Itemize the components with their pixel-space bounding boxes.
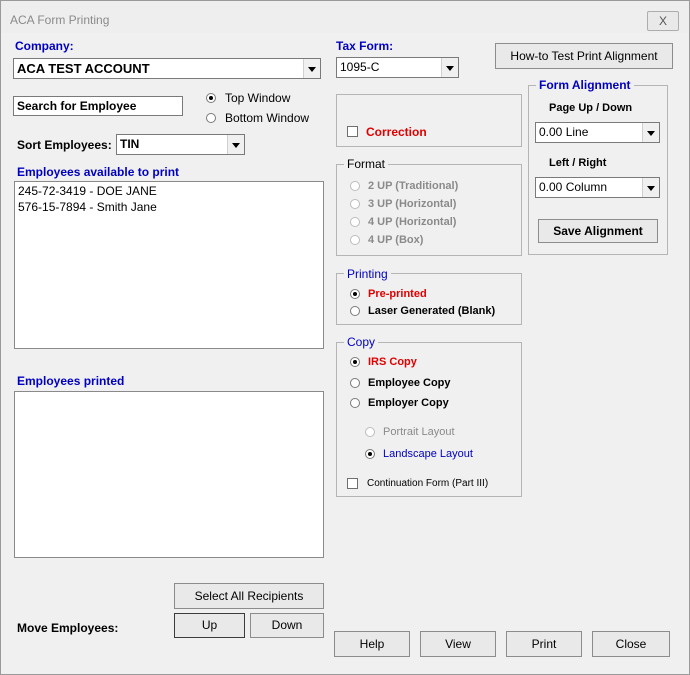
bottom-window-radio[interactable] [206,113,216,123]
printing-option-label: Pre-printed [368,288,427,300]
move-down-button[interactable]: Down [250,613,324,638]
format-radio-4up-box[interactable] [350,235,360,245]
correction-checkbox[interactable] [347,126,358,137]
search-employee-input[interactable]: Search for Employee [13,96,183,116]
employees-printed-label: Employees printed [17,374,125,388]
list-item[interactable]: 576-15-7894 - Smith Jane [18,200,157,214]
sort-employees-select[interactable]: TIN [116,134,245,155]
window-title: ACA Form Printing [10,13,110,27]
sort-employees-label: Sort Employees: [17,138,112,152]
company-select[interactable]: ACA TEST ACCOUNT [13,58,321,79]
printing-radio-preprinted[interactable] [350,289,360,299]
format-label: Format [344,157,389,171]
select-all-recipients-button[interactable]: Select All Recipients [174,583,324,609]
top-window-radio[interactable] [206,93,216,103]
chevron-down-icon[interactable] [642,123,659,142]
page-up-down-label: Page Up / Down [549,102,633,114]
chevron-down-icon[interactable] [227,135,244,154]
close-button[interactable]: Close [592,631,670,657]
continuation-form-checkbox[interactable] [347,478,358,489]
list-item[interactable]: 245-72-3419 - DOE JANE [18,184,157,198]
left-right-label: Left / Right [549,157,607,169]
tax-form-label: Tax Form: [336,39,394,53]
title-bar: ACA Form Printing X [1,1,689,33]
tax-form-value: 1095-C [340,60,380,74]
bottom-window-label: Bottom Window [225,111,310,125]
view-button[interactable]: View [420,631,496,657]
layout-radio-landscape[interactable] [365,449,375,459]
help-button[interactable]: Help [334,631,410,657]
tax-form-select[interactable]: 1095-C [336,57,459,78]
correction-label: Correction [366,125,427,139]
aca-form-printing-window: ACA Form Printing X Company: ACA TEST AC… [0,0,690,675]
chevron-down-icon[interactable] [441,58,458,77]
form-alignment-label: Form Alignment [536,78,634,92]
employees-available-label: Employees available to print [17,165,180,179]
copy-option-label: IRS Copy [368,356,417,368]
page-up-down-value: 0.00 Line [539,125,589,139]
format-radio-3up[interactable] [350,199,360,209]
employees-printed-list[interactable] [14,391,324,558]
format-option-label: 4 UP (Box) [368,234,424,246]
printing-radio-laser[interactable] [350,306,360,316]
move-up-button[interactable]: Up [174,613,245,638]
page-up-down-select[interactable]: 0.00 Line [535,122,660,143]
copy-group [336,342,522,497]
left-right-value: 0.00 Column [539,180,608,194]
employees-available-list[interactable]: 245-72-3419 - DOE JANE 576-15-7894 - Smi… [14,181,324,349]
format-option-label: 3 UP (Horizontal) [368,198,457,210]
format-radio-4up-horizontal[interactable] [350,217,360,227]
printing-label: Printing [344,267,391,281]
layout-radio-portrait[interactable] [365,427,375,437]
format-option-label: 4 UP (Horizontal) [368,216,457,228]
copy-radio-employee[interactable] [350,378,360,388]
print-button[interactable]: Print [506,631,582,657]
copy-radio-irs[interactable] [350,357,360,367]
format-option-label: 2 UP (Traditional) [368,180,459,192]
move-employees-label: Move Employees: [17,621,119,635]
layout-option-label: Landscape Layout [383,448,473,460]
chevron-down-icon[interactable] [642,178,659,197]
chevron-down-icon[interactable] [303,59,320,78]
copy-option-label: Employer Copy [368,397,449,409]
save-alignment-button[interactable]: Save Alignment [538,219,658,243]
format-radio-2up[interactable] [350,181,360,191]
copy-radio-employer[interactable] [350,398,360,408]
search-text: Search for Employee [17,99,137,113]
company-label: Company: [15,39,74,53]
close-icon: X [658,14,667,28]
continuation-form-label: Continuation Form (Part III) [367,478,489,489]
left-right-select[interactable]: 0.00 Column [535,177,660,198]
sort-value: TIN [120,137,140,151]
close-window-button[interactable]: X [647,11,679,31]
printing-option-label: Laser Generated (Blank) [368,305,496,317]
copy-option-label: Employee Copy [368,377,451,389]
how-to-test-print-button[interactable]: How-to Test Print Alignment [495,43,673,69]
format-group [336,164,522,256]
top-window-label: Top Window [225,91,291,105]
company-value: ACA TEST ACCOUNT [17,61,150,76]
copy-label: Copy [344,335,379,349]
correction-group [336,94,522,147]
layout-option-label: Portrait Layout [383,426,455,438]
